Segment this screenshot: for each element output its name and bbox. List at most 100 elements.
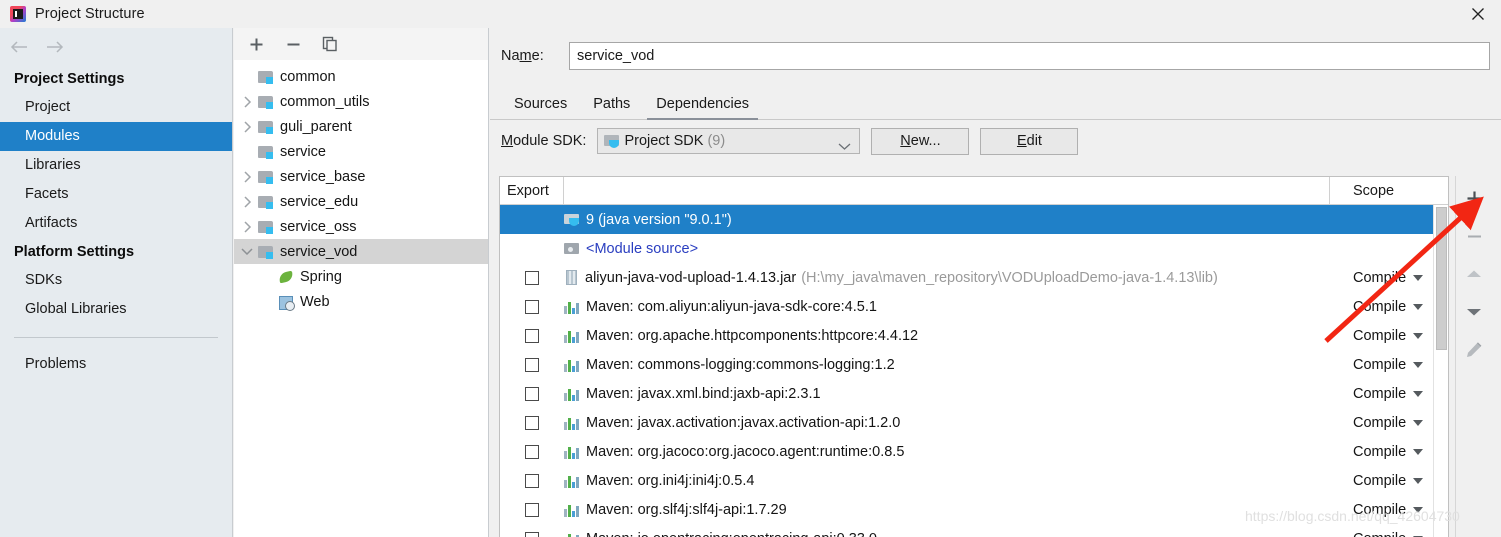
tab-dependencies[interactable]: Dependencies: [643, 96, 762, 120]
add-dependency-button[interactable]: [1461, 186, 1487, 210]
export-cell[interactable]: [500, 299, 564, 314]
dependency-path: (H:\my_java\maven_repository\VODUploadDe…: [801, 269, 1218, 286]
chevron-right-icon: [243, 195, 251, 208]
remove-module-button[interactable]: [283, 34, 303, 54]
dependency-label: Maven: javax.xml.bind:jaxb-api:2.3.1: [586, 385, 821, 402]
export-cell[interactable]: [500, 328, 564, 343]
tree-node-service-base[interactable]: service_base: [234, 164, 488, 189]
export-cell[interactable]: [500, 415, 564, 430]
sidebar-item-project[interactable]: Project: [0, 93, 232, 122]
scope-cell[interactable]: Compile: [1330, 531, 1448, 537]
tree-expander[interactable]: [236, 120, 258, 133]
tab-sources[interactable]: Sources: [501, 96, 580, 119]
sidebar-item-global-libraries[interactable]: Global Libraries: [0, 295, 232, 324]
table-row[interactable]: Maven: javax.xml.bind:jaxb-api:2.3.1 Com…: [500, 379, 1448, 408]
copy-module-button[interactable]: [320, 34, 340, 54]
table-row[interactable]: Maven: org.ini4j:ini4j:0.5.4 Compile: [500, 466, 1448, 495]
tree-node-service-oss[interactable]: service_oss: [234, 214, 488, 239]
tree-node-common-utils[interactable]: common_utils: [234, 89, 488, 114]
module-sdk-label: Module SDK:: [501, 133, 587, 149]
scope-cell[interactable]: Compile: [1330, 299, 1448, 315]
back-button[interactable]: [8, 36, 30, 58]
tree-expander[interactable]: [236, 220, 258, 233]
scope-cell[interactable]: Compile: [1330, 415, 1448, 431]
sidebar-item-libraries[interactable]: Libraries: [0, 151, 232, 180]
tree-node-web[interactable]: Web: [234, 289, 488, 314]
table-row[interactable]: Maven: org.jacoco:org.jacoco.agent:runti…: [500, 437, 1448, 466]
move-down-button[interactable]: [1461, 300, 1487, 324]
tree-expander[interactable]: [236, 95, 258, 108]
sidebar-item-modules[interactable]: Modules: [0, 122, 232, 151]
export-checkbox[interactable]: [525, 502, 539, 517]
add-module-button[interactable]: [246, 34, 266, 54]
sidebar-item-sdks[interactable]: SDKs: [0, 266, 232, 295]
tab-paths[interactable]: Paths: [580, 96, 643, 119]
export-cell[interactable]: [500, 270, 564, 285]
export-cell[interactable]: [500, 473, 564, 488]
tree-node-label: Web: [300, 293, 330, 310]
export-checkbox[interactable]: [525, 444, 539, 459]
tree-node-spring[interactable]: Spring: [234, 264, 488, 289]
module-name-input[interactable]: [569, 42, 1490, 70]
tree-node-service[interactable]: service: [234, 139, 488, 164]
sidebar-item-problems[interactable]: Problems: [0, 350, 232, 379]
edit-sdk-button[interactable]: Edit: [980, 127, 1079, 155]
scope-cell[interactable]: Compile: [1330, 473, 1448, 489]
table-row[interactable]: <Module source>: [500, 234, 1448, 263]
scope-cell[interactable]: Compile: [1330, 357, 1448, 373]
column-header-scope[interactable]: Scope: [1330, 177, 1448, 204]
dependency-name-cell: Maven: javax.xml.bind:jaxb-api:2.3.1: [564, 386, 1330, 402]
export-checkbox[interactable]: [525, 415, 539, 430]
tree-node-service-edu[interactable]: service_edu: [234, 189, 488, 214]
scope-cell[interactable]: Compile: [1330, 444, 1448, 460]
export-checkbox[interactable]: [525, 270, 539, 285]
export-checkbox[interactable]: [525, 328, 539, 343]
column-header-export[interactable]: Export: [500, 177, 564, 204]
sidebar-item-artifacts[interactable]: Artifacts: [0, 209, 232, 238]
table-row[interactable]: Maven: javax.activation:javax.activation…: [500, 408, 1448, 437]
tree-node-label: service: [280, 143, 326, 160]
table-scrollbar[interactable]: [1433, 205, 1448, 537]
table-row[interactable]: Maven: commons-logging:commons-logging:1…: [500, 350, 1448, 379]
forward-arrow-icon: [47, 40, 64, 53]
scope-cell[interactable]: Compile: [1330, 328, 1448, 344]
tree-node-common[interactable]: common: [234, 64, 488, 89]
minus-icon: [287, 43, 299, 45]
table-row[interactable]: Maven: com.aliyun:aliyun-java-sdk-core:4…: [500, 292, 1448, 321]
tree-node-guli-parent[interactable]: guli_parent: [234, 114, 488, 139]
dependency-name-cell: Maven: io.opentracing:opentracing-api:0.…: [564, 531, 1330, 537]
module-sdk-select[interactable]: Project SDK (9): [597, 128, 861, 154]
export-cell[interactable]: [500, 531, 564, 537]
table-row[interactable]: aliyun-java-vod-upload-1.4.13.jar (H:\my…: [500, 263, 1448, 292]
export-checkbox[interactable]: [525, 473, 539, 488]
module-tabs: Sources Paths Dependencies: [490, 86, 1501, 120]
sidebar-item-facets[interactable]: Facets: [0, 180, 232, 209]
move-up-button[interactable]: [1461, 262, 1487, 286]
scope-cell[interactable]: Compile: [1330, 270, 1448, 286]
export-checkbox[interactable]: [525, 386, 539, 401]
tree-expander[interactable]: [236, 195, 258, 208]
tree-node-service-vod[interactable]: service_vod: [234, 239, 488, 264]
chevron-down-icon: [1413, 303, 1424, 310]
edit-dependency-button[interactable]: [1461, 338, 1487, 362]
table-row[interactable]: Maven: org.apache.httpcomponents:httpcor…: [500, 321, 1448, 350]
tree-expander[interactable]: [236, 247, 258, 256]
new-sdk-button[interactable]: New...: [871, 127, 970, 155]
scope-cell[interactable]: Compile: [1330, 386, 1448, 402]
tree-expander[interactable]: [236, 170, 258, 183]
export-checkbox[interactable]: [525, 299, 539, 314]
scope-value: Compile: [1353, 472, 1407, 489]
close-button[interactable]: [1455, 0, 1501, 28]
forward-button[interactable]: [44, 36, 66, 58]
column-header-name[interactable]: [564, 177, 1330, 204]
export-cell[interactable]: [500, 386, 564, 401]
export-cell[interactable]: [500, 357, 564, 372]
export-checkbox[interactable]: [525, 357, 539, 372]
export-cell[interactable]: [500, 502, 564, 517]
table-row[interactable]: 9 (java version "9.0.1"): [500, 205, 1448, 234]
table-scrollbar-thumb[interactable]: [1436, 207, 1447, 350]
remove-dependency-button[interactable]: [1461, 224, 1487, 248]
table-row[interactable]: Maven: io.opentracing:opentracing-api:0.…: [500, 524, 1448, 537]
export-cell[interactable]: [500, 444, 564, 459]
export-checkbox[interactable]: [525, 531, 539, 537]
